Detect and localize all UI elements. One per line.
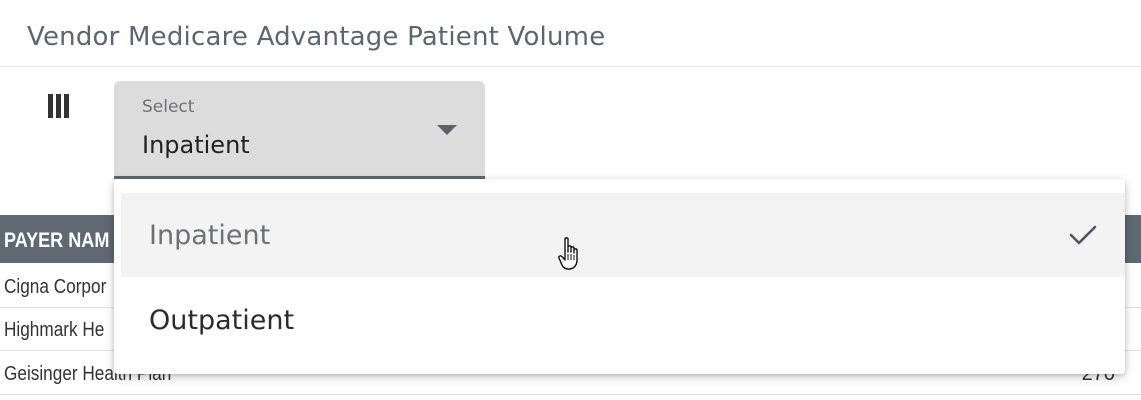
payer-name-cell: Highmark He [4,319,105,341]
page-title: Vendor Medicare Advantage Patient Volume [27,22,606,52]
select-value: Inpatient [142,131,250,159]
columns-icon[interactable] [48,94,70,118]
column-header-payer-name[interactable]: PAYER NAM [4,229,109,253]
check-icon [1069,225,1097,245]
page: Vendor Medicare Advantage Patient Volume… [0,0,1141,400]
option-outpatient[interactable]: Outpatient [121,278,1125,362]
caret-down-icon [437,125,457,135]
columns-icon-bar [56,94,61,118]
columns-icon-bar [48,94,53,118]
option-label: Inpatient [149,220,271,251]
payer-name-cell: Cigna Corpor [4,276,107,298]
select-dropdown-menu: Inpatient Outpatient [114,179,1125,374]
title-divider [0,66,1141,67]
columns-icon-bar [64,94,69,118]
option-inpatient[interactable]: Inpatient [121,193,1125,277]
select-label: Select [142,97,195,117]
option-label: Outpatient [149,305,295,336]
patient-type-select[interactable]: Select Inpatient [114,81,485,179]
